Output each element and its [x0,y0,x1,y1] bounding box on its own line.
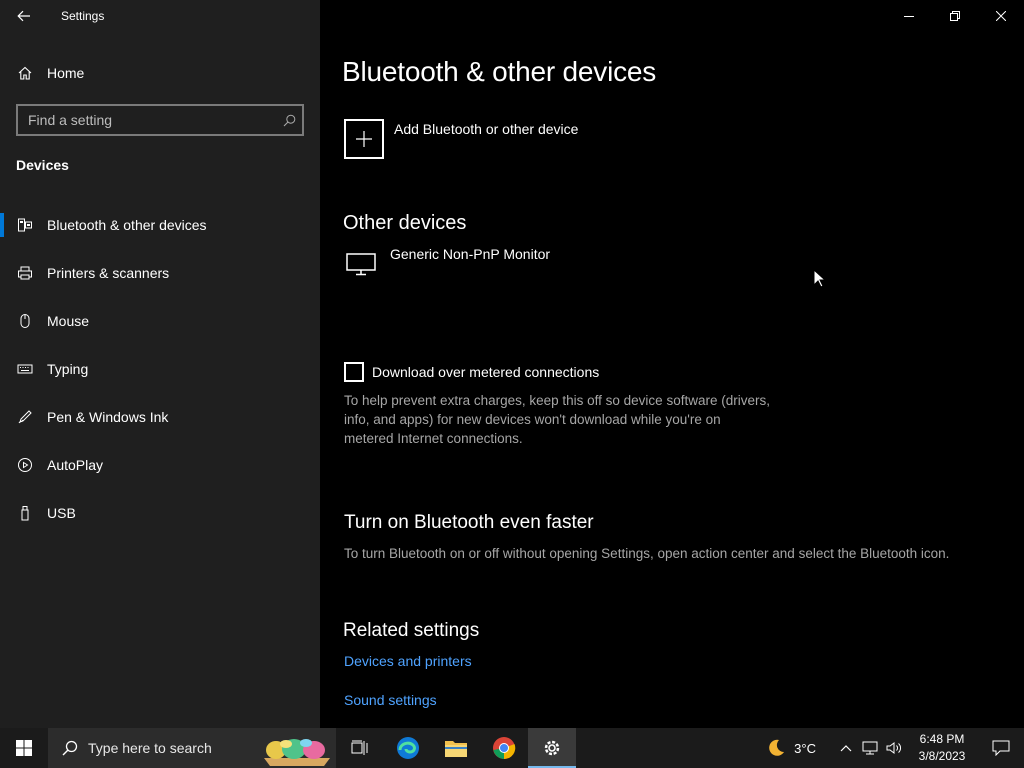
taskbar-search-box[interactable]: Type here to search [48,728,336,768]
bluetooth-devices-icon [17,217,33,233]
chrome-icon [493,737,516,760]
network-button[interactable] [858,728,882,768]
system-tray: 3°C 6:48 PM 3/8/2023 [766,728,1024,768]
usb-icon [17,505,33,521]
metered-description-line: metered Internet connections. [344,431,523,446]
volume-icon [886,742,901,754]
search-icon[interactable] [276,114,302,127]
action-center-button[interactable] [978,728,1024,768]
moon-icon [769,739,785,756]
show-hidden-icons-button[interactable] [834,728,858,768]
metered-checkbox-label: Download over metered connections [372,364,600,380]
pen-icon [17,409,33,425]
file-explorer-button[interactable] [432,728,480,768]
start-button[interactable] [0,728,48,768]
home-label: Home [47,65,85,81]
title-bar: Settings [0,0,320,32]
notification-icon [992,740,1010,756]
settings-taskbar-button[interactable] [528,728,576,768]
edge-browser-icon [397,737,419,759]
sound-settings-link[interactable]: Sound settings [344,692,437,708]
main-content: Bluetooth & other devices Add Bluetooth … [320,0,1024,728]
sidebar-item-label: USB [47,505,76,521]
sidebar-item-label: AutoPlay [47,457,104,473]
mouse-icon [17,313,33,329]
edge-button[interactable] [384,728,432,768]
sidebar-item-label: Mouse [47,313,90,329]
minimize-button[interactable] [886,0,932,32]
back-button[interactable] [0,0,48,32]
task-view-icon [351,740,368,755]
nav-home[interactable]: Home [0,56,320,90]
sidebar-item-autoplay[interactable]: AutoPlay [0,441,320,489]
home-icon [17,65,33,81]
plus-icon [344,119,384,159]
devices-and-printers-link[interactable]: Devices and printers [344,653,472,669]
window-controls [886,0,1024,32]
device-label: Generic Non-PnP Monitor [390,246,551,262]
sidebar-item-pen[interactable]: Pen & Windows Ink [0,393,320,441]
bluetooth-faster-heading: Turn on Bluetooth even faster [344,512,594,533]
minimize-icon [904,16,914,17]
section-title: Devices [16,157,69,173]
metered-description-line: info, and apps) for new devices won't do… [344,412,721,427]
taskbar-search-placeholder: Type here to search [88,740,212,756]
network-icon [862,741,878,755]
sidebar-item-typing[interactable]: Typing [0,345,320,393]
task-view-button[interactable] [336,728,384,768]
close-icon [996,11,1006,21]
metered-description-line: To help prevent extra charges, keep this… [344,393,770,408]
search-highlight-art-icon [264,739,330,766]
back-arrow-icon [17,10,30,22]
clock-time: 6:48 PM [919,732,965,746]
metered-checkbox[interactable] [344,362,364,382]
restore-button[interactable] [932,0,978,32]
mouse-cursor-icon [813,269,825,288]
page-title: Bluetooth & other devices [342,56,657,87]
sidebar-item-label: Typing [47,361,89,377]
device-item[interactable]: Generic Non-PnP Monitor [344,246,550,280]
add-device-label: Add Bluetooth or other device [394,121,579,137]
search-icon [60,738,80,758]
windows-logo-icon [16,740,32,756]
sidebar-item-label: Printers & scanners [47,265,170,281]
sidebar-item-usb[interactable]: USB [0,489,320,537]
search-input[interactable] [18,106,276,134]
devices-nav-list: Bluetooth & other devices Printers & sca… [0,201,320,537]
taskbar: Type here to search 3°C 6:48 PM 3/8/2023 [0,728,1024,768]
sidebar-item-printers[interactable]: Printers & scanners [0,249,320,297]
add-device-button[interactable]: Add Bluetooth or other device [344,119,578,159]
weather-widget[interactable]: 3°C [766,738,816,758]
bluetooth-faster-description: To turn Bluetooth on or off without open… [344,546,950,561]
metered-description: To help prevent extra charges, keep this… [344,391,770,448]
chrome-button[interactable] [480,728,528,768]
monitor-icon [344,250,378,280]
other-devices-heading: Other devices [343,212,467,234]
weather-temperature: 3°C [794,740,816,756]
sidebar-item-label: Bluetooth & other devices [47,217,207,233]
clock-date: 3/8/2023 [918,749,966,763]
sidebar-item-mouse[interactable]: Mouse [0,297,320,345]
related-settings-heading: Related settings [343,620,480,641]
restore-icon [950,11,960,21]
close-button[interactable] [978,0,1024,32]
metered-checkbox-row[interactable]: Download over metered connections [344,362,599,382]
sidebar-item-label: Pen & Windows Ink [47,409,169,425]
find-setting-search[interactable] [16,104,304,136]
settings-sidebar: Settings Home Devices Bluetooth & other … [0,0,320,728]
gear-icon [544,740,560,756]
volume-button[interactable] [882,728,906,768]
printer-icon [17,265,33,281]
clock[interactable]: 6:48 PM 3/8/2023 [906,731,978,765]
app-title: Settings [61,9,105,23]
autoplay-icon [17,457,33,473]
keyboard-icon [17,361,33,377]
folder-icon [445,741,467,757]
sidebar-item-bluetooth[interactable]: Bluetooth & other devices [0,201,320,249]
chevron-up-icon [840,745,852,752]
